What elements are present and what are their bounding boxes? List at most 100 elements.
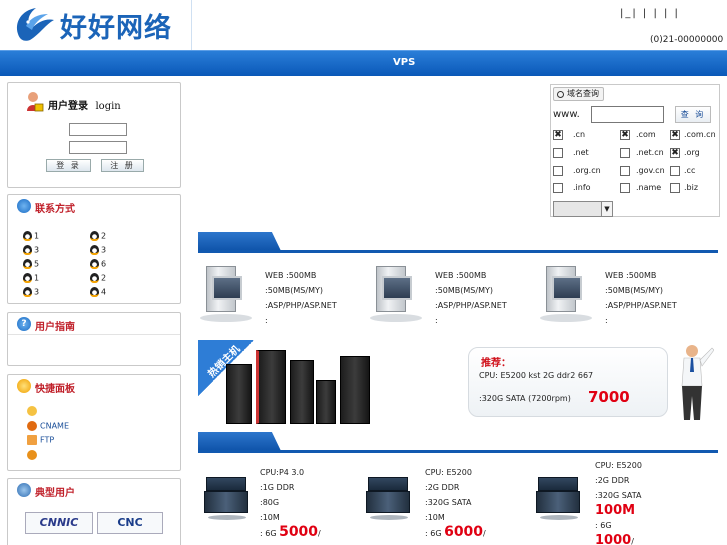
- server-bandwidth: 100M: [595, 503, 636, 518]
- server-rack-image: [340, 356, 370, 424]
- qq-icon: [90, 259, 99, 269]
- login-title: 用户登录 login: [48, 97, 121, 112]
- phone-number: (0)21-00000000: [650, 35, 724, 45]
- tld-checkbox-comcn[interactable]: ✖: [670, 130, 680, 140]
- domain-search-box: 域名查询 www. 查 询 ✖ .cn ✖ .com ✖ .com.cn .ne…: [550, 84, 720, 217]
- tld-checkbox-netcn[interactable]: [620, 148, 630, 158]
- guide-panel: ? 用户指南: [7, 312, 181, 366]
- tools-panel-head: 快捷面板: [8, 375, 180, 397]
- computer-image: [370, 262, 422, 326]
- server-spec-2[interactable]: CPU: E5200 :2G DDR :320G SATA :10M : 6G …: [425, 465, 486, 541]
- bird-logo-icon: [16, 8, 54, 41]
- logo-text: 好好网络: [60, 13, 172, 44]
- contact-panel: 联系方式 1 2 3 3 5 6 1 2 3 4: [7, 194, 181, 304]
- tld-label: .cn: [573, 130, 586, 139]
- password-input[interactable]: [69, 141, 127, 154]
- server-image: [366, 477, 410, 523]
- qq-icon: [23, 259, 32, 269]
- tool-item-1[interactable]: [27, 406, 40, 416]
- login-panel: 用户登录 login 登 录 注 册: [7, 82, 181, 188]
- section-underline: [198, 250, 718, 253]
- server-spec-3[interactable]: CPU: E5200 :2G DDR :320G SATA 100M : 6G …: [595, 458, 642, 545]
- qq-icon: [90, 273, 99, 283]
- tool-item-ftp[interactable]: FTP: [27, 435, 54, 445]
- qq-contact-1[interactable]: 1: [23, 231, 39, 241]
- guide-panel-head: ? 用户指南: [8, 313, 180, 335]
- qq-icon: [90, 287, 99, 297]
- qq-contact-2[interactable]: 2: [90, 231, 106, 241]
- nav-item-vps[interactable]: VPS: [393, 57, 415, 68]
- tld-checkbox-cc[interactable]: [670, 166, 680, 176]
- tld-label: .cc: [684, 166, 696, 175]
- promo-price: 7000: [588, 388, 630, 406]
- tool-item-4[interactable]: [27, 450, 40, 460]
- tld-checkbox-info[interactable]: [553, 183, 563, 193]
- tld-label: .name: [636, 183, 662, 192]
- tld-checkbox-com[interactable]: ✖: [620, 130, 630, 140]
- domain-search-button[interactable]: 查 询: [675, 106, 711, 123]
- users-panel-head: 典型用户: [8, 479, 180, 501]
- guide-title[interactable]: 用户指南: [35, 318, 75, 333]
- header: 好好网络 |_| | | | | (0)21-00000000: [0, 0, 727, 50]
- hot-hosting-banner[interactable]: 热销主机 推荐： CPU: E5200 kst 2G ddr2 667 :320…: [198, 340, 718, 424]
- tld-checkbox-org[interactable]: ✖: [670, 148, 680, 158]
- bulb-icon: [27, 406, 37, 416]
- register-button[interactable]: 注 册: [101, 159, 144, 172]
- tld-checkbox-cn[interactable]: ✖: [553, 130, 563, 140]
- qq-contact-7[interactable]: 1: [23, 273, 39, 283]
- vhost-spec-1[interactable]: WEB :500MB :50MB(MS/MY) :ASP/PHP/ASP.NET…: [265, 268, 337, 328]
- server-spec-1[interactable]: CPU:P4 3.0 :1G DDR :80G :10M : 6G 5000/: [260, 465, 321, 541]
- tld-checkbox-biz[interactable]: [670, 183, 680, 193]
- qq-contact-6[interactable]: 6: [90, 259, 106, 269]
- alert-icon: [27, 421, 37, 431]
- qq-contact-3[interactable]: 3: [23, 245, 39, 255]
- login-title-cn: 用户登录: [48, 101, 88, 112]
- qq-contact-5[interactable]: 5: [23, 259, 39, 269]
- site-logo[interactable]: 好好网络: [12, 4, 171, 48]
- server-price: 6000: [444, 524, 484, 540]
- top-links[interactable]: |_| | | | |: [620, 8, 680, 19]
- qq-icon: [23, 287, 32, 297]
- qq-icon: [90, 245, 99, 255]
- users-icon: [17, 483, 31, 497]
- domain-search-tab[interactable]: 域名查询: [553, 87, 604, 101]
- server-price: 1000: [595, 533, 632, 545]
- login-button[interactable]: 登 录: [46, 159, 91, 172]
- tld-checkbox-orgcn[interactable]: [553, 166, 563, 176]
- server-image: [536, 477, 580, 523]
- computer-image: [540, 262, 592, 326]
- vhost-spec-2[interactable]: WEB :500MB :50MB(MS/MY) :ASP/PHP/ASP.NET…: [435, 268, 507, 328]
- chevron-down-icon: ▼: [601, 202, 612, 216]
- speech-bubble-icon: [17, 199, 31, 213]
- computer-image: [200, 262, 252, 326]
- contact-panel-head: 联系方式: [8, 195, 180, 217]
- qq-contact-10[interactable]: 4: [90, 287, 106, 297]
- domain-input[interactable]: [591, 106, 664, 123]
- tld-label: .org.cn: [573, 166, 601, 175]
- domain-type-select[interactable]: ▼: [553, 201, 613, 217]
- cnnic-logo[interactable]: CNNIC: [25, 512, 93, 534]
- header-divider: [191, 0, 192, 50]
- username-input[interactable]: [69, 123, 127, 136]
- qq-icon: [23, 245, 32, 255]
- cnc-logo[interactable]: CNC: [97, 512, 163, 534]
- tld-label: .org: [684, 148, 700, 157]
- gear-icon: [27, 450, 37, 460]
- qq-contact-8[interactable]: 2: [90, 273, 106, 283]
- vhost-spec-3[interactable]: WEB :500MB :50MB(MS/MY) :ASP/PHP/ASP.NET…: [605, 268, 677, 328]
- tld-label: .biz: [684, 183, 699, 192]
- user-lock-icon: [27, 92, 44, 112]
- server-image: [204, 477, 248, 523]
- server-price: 5000: [279, 524, 319, 540]
- qq-contact-9[interactable]: 3: [23, 287, 39, 297]
- tld-checkbox-govcn[interactable]: [620, 166, 630, 176]
- tool-item-cname[interactable]: CNAME: [27, 421, 69, 431]
- server-rack-image: [226, 364, 252, 424]
- tld-checkbox-name[interactable]: [620, 183, 630, 193]
- businessman-image: [681, 345, 714, 420]
- qq-contact-4[interactable]: 3: [90, 245, 106, 255]
- dedicated-section-bar: [198, 432, 718, 453]
- tld-checkbox-net[interactable]: [553, 148, 563, 158]
- qq-icon: [23, 231, 32, 241]
- lightbulb-icon: [17, 379, 31, 393]
